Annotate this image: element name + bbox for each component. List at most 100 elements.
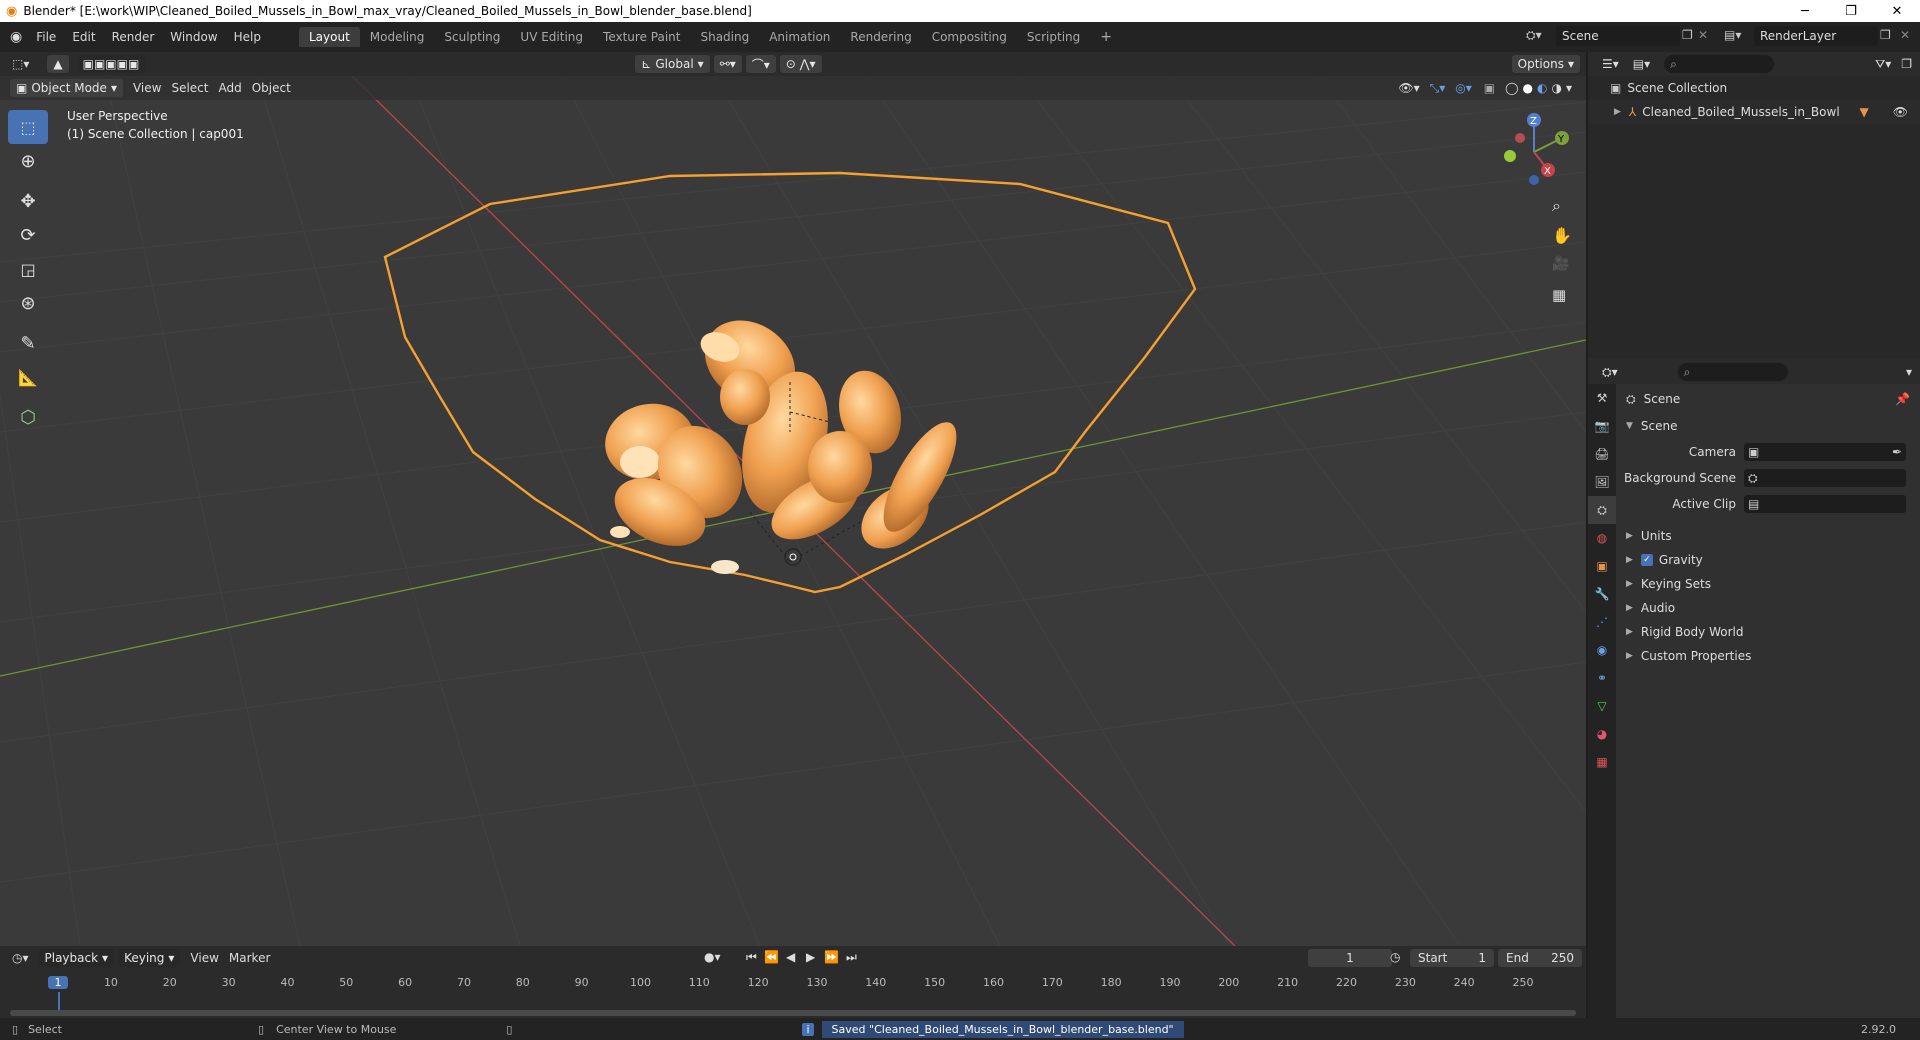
scene-name-field[interactable]: Scene bbox=[1556, 26, 1680, 46]
view-layer-field[interactable]: RenderLayer bbox=[1754, 26, 1878, 46]
gravity-panel-header[interactable]: ▶ ✓ Gravity bbox=[1616, 548, 1920, 572]
audio-panel-header[interactable]: ▶ Audio bbox=[1616, 596, 1920, 620]
outliner-editor-type-icon[interactable]: ☰▾ bbox=[1602, 57, 1619, 71]
tab-scene[interactable]: ⛭ bbox=[1588, 496, 1616, 524]
camera-view-icon[interactable]: 🎥 bbox=[1552, 256, 1569, 272]
tab-world[interactable]: ◍ bbox=[1588, 524, 1616, 552]
shading-solid-icon[interactable]: ● bbox=[1523, 81, 1533, 95]
expand-arrow-icon[interactable]: ▶ bbox=[1614, 107, 1621, 117]
tab-texture[interactable]: ▦ bbox=[1588, 748, 1616, 776]
frame-ruler[interactable]: 1 10 20 30 40 50 60 70 80 90 100 110 120 130 140 150 160… bbox=[0, 972, 1586, 1012]
record-icon[interactable]: ●▾ bbox=[704, 950, 721, 964]
properties-options-icon[interactable]: ▾ bbox=[1906, 365, 1912, 379]
select-mode-icons[interactable]: ▣▣▣▣▣ bbox=[76, 55, 146, 73]
timeline-editor-type-icon[interactable]: ◷▾ bbox=[12, 951, 29, 965]
minimize-button[interactable]: ─ bbox=[1782, 0, 1828, 22]
playhead-line[interactable] bbox=[58, 992, 60, 1012]
tab-shading[interactable]: Shading bbox=[690, 27, 759, 47]
outliner-root-row[interactable]: ▣ Scene Collection bbox=[1588, 76, 1920, 100]
camera-field[interactable]: ▣ ✒ bbox=[1744, 443, 1906, 461]
3d-viewport[interactable]: ⬚▾ ▲ ▣▣▣▣▣ ⊾ Global ▾ ⚯▾ ⌒▾ ⊙ ⋀▾ Options ▾… bbox=[0, 52, 1586, 946]
end-frame-field[interactable]: End 250 bbox=[1498, 949, 1582, 967]
properties-search-input[interactable]: ⌕ bbox=[1677, 363, 1788, 381]
shading-options-icon[interactable]: ▾ bbox=[1566, 81, 1572, 95]
menu-window[interactable]: Window bbox=[162, 30, 225, 44]
restore-button[interactable]: ❐ bbox=[1828, 0, 1874, 22]
navigation-gizmo[interactable]: Z Y X bbox=[1494, 112, 1584, 192]
transform-orientation-dropdown[interactable]: ⊾ Global ▾ bbox=[635, 55, 710, 73]
timeline-scrollbar[interactable] bbox=[10, 1010, 1576, 1016]
jump-keyframe-forward-icon[interactable]: ⏩ bbox=[824, 950, 839, 964]
editor-type-icon[interactable]: ⬚▾ bbox=[12, 57, 29, 71]
playback-dropdown[interactable]: Playback ▾ bbox=[38, 949, 115, 967]
tab-data[interactable]: ▽ bbox=[1588, 692, 1616, 720]
tab-output[interactable]: 🖨 bbox=[1588, 440, 1616, 468]
tab-render[interactable]: 📷 bbox=[1588, 412, 1616, 440]
jump-start-icon[interactable]: ⏮ bbox=[746, 950, 757, 965]
tab-tool[interactable]: ⚒ bbox=[1588, 384, 1616, 412]
current-frame-field[interactable]: 1 bbox=[1308, 949, 1392, 967]
shading-material-icon[interactable]: ◐ bbox=[1537, 81, 1547, 95]
menu-edit[interactable]: Edit bbox=[64, 30, 103, 44]
scene-selector-icon[interactable]: ⛭▾ bbox=[1526, 28, 1542, 43]
play-reverse-icon[interactable]: ◀ bbox=[786, 950, 795, 964]
overlay-toggle-icon[interactable]: ◎▾ bbox=[1455, 81, 1472, 95]
tab-view-layer[interactable]: 🖼 bbox=[1588, 468, 1616, 496]
close-button[interactable]: ✕ bbox=[1874, 0, 1920, 22]
pin-icon[interactable]: 📌 bbox=[1895, 392, 1910, 406]
measure-tool-button[interactable]: 📐 bbox=[8, 360, 48, 394]
scale-tool-button[interactable]: ◲ bbox=[8, 252, 48, 286]
tab-layout[interactable]: Layout bbox=[298, 27, 360, 47]
outliner-display-mode-icon[interactable]: ▤▾ bbox=[1633, 57, 1650, 71]
active-clip-field[interactable]: ▤ bbox=[1744, 495, 1906, 513]
options-dropdown[interactable]: Options ▾ bbox=[1511, 55, 1580, 73]
menu-view[interactable]: View bbox=[133, 81, 161, 95]
tab-constraints[interactable]: ⚭ bbox=[1588, 664, 1616, 692]
object-mode-dropdown[interactable]: ▣ Object Mode ▾ bbox=[10, 79, 123, 97]
menu-file[interactable]: File bbox=[28, 30, 64, 44]
view-layer-icon[interactable]: ▤▾ bbox=[1724, 28, 1741, 42]
tab-object[interactable]: ▣ bbox=[1588, 552, 1616, 580]
jump-end-icon[interactable]: ⏭ bbox=[846, 950, 857, 965]
jump-keyframe-back-icon[interactable]: ⏪ bbox=[764, 950, 779, 964]
rotate-tool-button[interactable]: ⟳ bbox=[8, 218, 48, 252]
shading-rendered-icon[interactable]: ◑ bbox=[1551, 81, 1561, 95]
select-box-tool-icon[interactable]: ▲ bbox=[47, 55, 69, 73]
proportional-edit-icon[interactable]: ⊙ ⋀▾ bbox=[779, 55, 822, 73]
new-collection-icon[interactable]: ❐ bbox=[1901, 57, 1912, 71]
menu-select[interactable]: Select bbox=[171, 81, 208, 95]
tab-rendering[interactable]: Rendering bbox=[840, 27, 921, 47]
tab-physics[interactable]: ◉ bbox=[1588, 636, 1616, 664]
rigid-body-world-panel-header[interactable]: ▶ Rigid Body World bbox=[1616, 620, 1920, 644]
pivot-point-icon[interactable]: ⚯▾ bbox=[713, 55, 742, 73]
blender-menu-icon[interactable]: ◉ bbox=[10, 29, 22, 45]
cursor-tool-button[interactable]: ⊕ bbox=[8, 144, 48, 178]
new-scene-icon[interactable]: ❐ bbox=[1682, 28, 1693, 42]
gizmo-toggle-icon[interactable]: ⤡▾ bbox=[1430, 81, 1446, 96]
play-icon[interactable]: ▶ bbox=[806, 950, 815, 964]
select-tool-button[interactable]: ⬚ bbox=[8, 110, 48, 144]
menu-help[interactable]: Help bbox=[226, 30, 269, 44]
new-view-layer-icon[interactable]: ❐ bbox=[1880, 28, 1891, 42]
snap-icon[interactable]: ⌒▾ bbox=[745, 55, 776, 73]
menu-add[interactable]: Add bbox=[218, 81, 241, 95]
gravity-checkbox[interactable]: ✓ bbox=[1640, 554, 1653, 566]
keying-dropdown[interactable]: Keying ▾ bbox=[118, 949, 181, 967]
move-tool-button[interactable]: ✥ bbox=[8, 184, 48, 218]
tab-uv-editing[interactable]: UV Editing bbox=[510, 27, 593, 47]
delete-scene-icon[interactable]: ✕ bbox=[1698, 28, 1708, 42]
add-workspace-button[interactable]: + bbox=[1090, 26, 1122, 48]
units-panel-header[interactable]: ▶ Units bbox=[1616, 524, 1920, 548]
menu-object[interactable]: Object bbox=[252, 81, 291, 95]
ortho-grid-icon[interactable]: ▦ bbox=[1552, 286, 1566, 304]
shading-wireframe-icon[interactable]: ◯ bbox=[1505, 81, 1518, 95]
background-scene-field[interactable]: ⛭ bbox=[1744, 469, 1906, 487]
tab-material[interactable]: ◕ bbox=[1588, 720, 1616, 748]
delete-view-layer-icon[interactable]: ✕ bbox=[1900, 28, 1910, 42]
tab-particles[interactable]: ⋰ bbox=[1588, 608, 1616, 636]
tab-sculpting[interactable]: Sculpting bbox=[434, 27, 510, 47]
eye-visibility-icon[interactable]: 👁 bbox=[1893, 105, 1908, 119]
xray-toggle-icon[interactable]: ▣ bbox=[1484, 81, 1495, 95]
eyedropper-icon[interactable]: ✒ bbox=[1892, 445, 1902, 459]
outliner-object-row[interactable]: ▶ ⅄ Cleaned_Boiled_Mussels_in_Bowl ▼ 👁 bbox=[1588, 100, 1920, 124]
